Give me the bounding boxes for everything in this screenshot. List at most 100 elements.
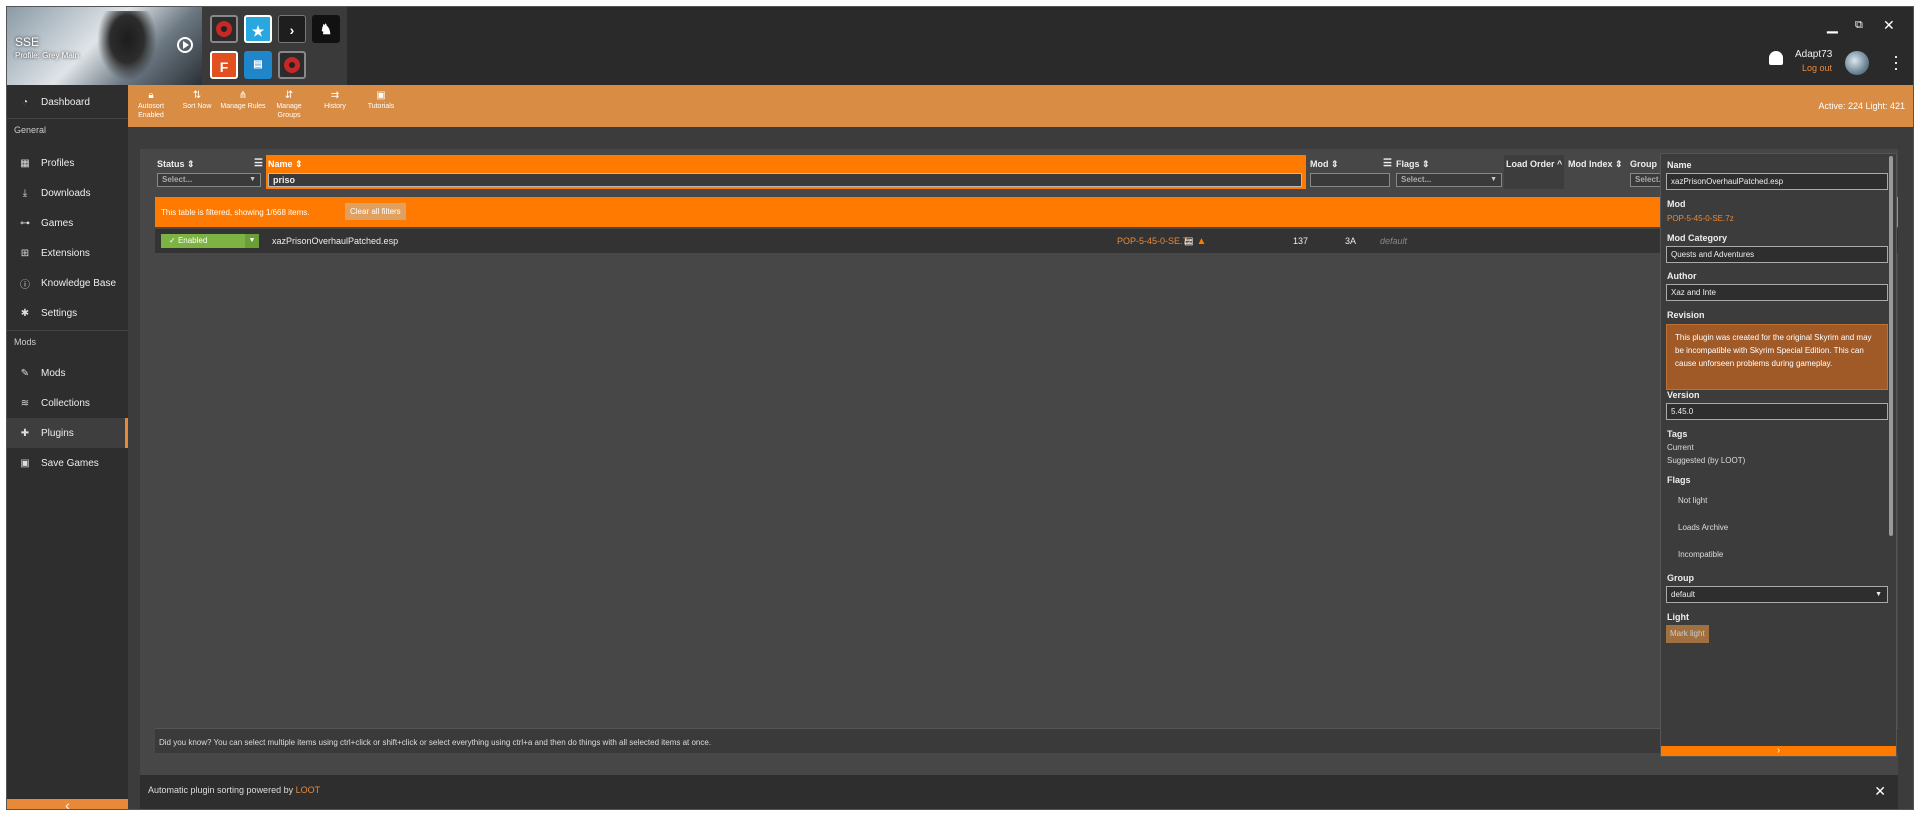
sidebar: ◔ Dashboard General ▦ Profiles ⤓ Downloa…	[7, 85, 128, 809]
status-filter-select[interactable]: Select... ▼	[157, 173, 261, 187]
record2-tool-icon[interactable]	[278, 51, 306, 79]
manage-groups-label: Manage Groups	[276, 103, 302, 119]
sidebar-collapse-button[interactable]: ‹	[7, 798, 128, 809]
sidebar-item-dashboard[interactable]: ◔ Dashboard	[7, 87, 128, 117]
file-tool-icon[interactable]: ▤	[244, 51, 272, 79]
flags-filter-select[interactable]: Select... ▼	[1396, 173, 1502, 187]
game-title: SSE	[15, 35, 40, 49]
column-mod[interactable]: Mod ⇕ ☰	[1308, 155, 1392, 189]
sort-now-label: Sort Now	[182, 103, 212, 110]
status-dropdown[interactable]: ✓ Enabled ▼	[161, 234, 259, 248]
filter-notice: This table is filtered, showing 1/668 it…	[155, 197, 1898, 227]
detail-mod-link[interactable]: POP-5-45-0-SE.7z	[1667, 214, 1734, 223]
sidebar-section-general: General	[14, 125, 47, 135]
loot-link[interactable]: LOOT	[296, 785, 321, 795]
list-filter-icon[interactable]: ☰	[1383, 158, 1392, 169]
tutorials-button[interactable]: ▣ Tutorials	[358, 91, 404, 111]
column-status[interactable]: Status ⇕ ☰ Select... ▼	[155, 155, 263, 189]
sidebar-item-save-games[interactable]: ▣ Save Games	[7, 448, 128, 478]
plugin-group: default	[1380, 236, 1408, 246]
toolbar: 🔒︎ Autosort Enabled ⇅ Sort Now ⋔ Manage …	[128, 85, 1913, 127]
detail-category-field[interactable]: Quests and Adventures	[1666, 246, 1888, 263]
chevron-tool-icon[interactable]: ›	[278, 15, 306, 43]
column-mod-index[interactable]: Mod Index ⇕	[1566, 155, 1626, 189]
logout-link[interactable]: Log out	[1802, 63, 1832, 73]
info-icon: ⓘ	[20, 279, 30, 291]
column-flags-label: Flags	[1396, 159, 1420, 169]
column-status-label: Status	[157, 159, 185, 169]
horse-tool-icon[interactable]: ♞	[312, 15, 340, 43]
sidebar-item-downloads[interactable]: ⤓ Downloads	[7, 178, 128, 208]
detail-version-field[interactable]: 5.45.0	[1666, 403, 1888, 420]
sidebar-item-knowledge-base[interactable]: ⓘ Knowledge Base	[7, 268, 128, 298]
sidebar-item-label: Plugins	[41, 427, 74, 439]
sidebar-item-label: Games	[41, 217, 74, 229]
history-button[interactable]: ⇉ History	[312, 91, 358, 111]
mod-filter-input[interactable]	[1310, 173, 1390, 187]
restore-icon[interactable]: ⧉	[1855, 19, 1863, 32]
manage-rules-label: Manage Rules	[220, 103, 266, 110]
archive-icon: ▤	[1184, 236, 1194, 247]
table-row[interactable]: ✓ Enabled ▼ xazPrisonOverhaulPatched.esp…	[155, 229, 1898, 253]
manage-groups-button[interactable]: ⇵ Manage Groups	[266, 91, 312, 120]
sidebar-item-collections[interactable]: ≋ Collections	[7, 388, 128, 418]
sidebar-item-games[interactable]: ⊶ Games	[7, 208, 128, 238]
detail-name-field[interactable]: xazPrisonOverhaulPatched.esp	[1666, 173, 1888, 190]
game-art	[97, 11, 157, 81]
tag-item: Current	[1667, 443, 1694, 452]
detail-category-label: Mod Category	[1667, 233, 1728, 243]
flag-item: Loads Archive	[1678, 523, 1729, 532]
sidebar-item-plugins[interactable]: ✚ Plugins	[7, 418, 128, 448]
detail-revision-label: Revision	[1667, 310, 1705, 320]
download-icon: ⤓	[22, 187, 28, 199]
detail-group-select[interactable]: default ▼	[1666, 586, 1888, 603]
detail-author-field[interactable]: Xaz and Inte	[1666, 284, 1888, 301]
record-tool-icon[interactable]	[210, 15, 238, 43]
sidebar-item-label: Profiles	[41, 157, 75, 169]
clear-filters-button[interactable]: Clear all filters	[345, 203, 406, 220]
plugin-name: xazPrisonOverhaulPatched.esp	[272, 236, 399, 246]
kebab-menu-icon[interactable]: · · ·	[1893, 47, 1899, 77]
column-load-order[interactable]: Load Order ^	[1504, 155, 1564, 189]
manage-rules-button[interactable]: ⋔ Manage Rules	[220, 91, 266, 111]
sidebar-item-extensions[interactable]: ⊞ Extensions	[7, 238, 128, 268]
wrench-icon: ✎	[20, 367, 30, 379]
detail-name-label: Name	[1667, 160, 1692, 170]
details-scrollbar[interactable]	[1889, 156, 1893, 536]
sort-now-button[interactable]: ⇅ Sort Now	[174, 91, 220, 111]
plugins-table: Status ⇕ ☰ Select... ▼ Name ⇕ priso Mod ⇕…	[140, 149, 1898, 775]
plugin-mod-link[interactable]: POP-5-45-0-SE.7z	[1117, 236, 1192, 246]
name-filter-input[interactable]: priso	[268, 173, 1302, 187]
sidebar-item-settings[interactable]: ✱ Settings	[7, 298, 128, 328]
expand-panel-button[interactable]: ›	[1661, 746, 1896, 756]
column-name-label: Name	[268, 159, 293, 169]
flag-icons: ▤ ▲	[1184, 235, 1206, 247]
bell-icon[interactable]	[1769, 51, 1783, 65]
play-icon[interactable]	[177, 37, 193, 53]
avatar[interactable]	[1845, 51, 1869, 75]
status-filter-placeholder: Select...	[162, 175, 193, 184]
tag-item: Suggested (by LOOT)	[1667, 456, 1746, 465]
divider	[7, 330, 128, 331]
mark-light-button[interactable]: Mark light	[1666, 625, 1709, 643]
plugin-icon: ✚	[20, 427, 30, 439]
list-filter-icon[interactable]: ☰	[254, 158, 263, 169]
sidebar-item-mods[interactable]: ✎ Mods	[7, 358, 128, 388]
f-tool-icon[interactable]: F	[210, 51, 238, 79]
minimize-icon[interactable]: ▁	[1827, 17, 1838, 34]
loot-credit-text: Automatic plugin sorting powered by	[148, 785, 296, 795]
autosort-button[interactable]: 🔒︎ Autosort Enabled	[128, 91, 174, 120]
extensions-icon: ⊞	[20, 247, 30, 259]
plugin-load-order: 137	[1293, 236, 1309, 246]
flag-item: Not light	[1678, 496, 1708, 505]
close-icon[interactable]: ✕	[1874, 783, 1886, 800]
game-thumbnail[interactable]: SSE Profile: Grey Main	[7, 7, 202, 85]
detail-mod-label: Mod	[1667, 199, 1686, 209]
layers-icon: ≋	[20, 397, 30, 409]
close-window-icon[interactable]: ✕	[1883, 17, 1895, 34]
column-flags[interactable]: Flags ⇕ Select... ▼	[1394, 155, 1502, 189]
sidebar-item-profiles[interactable]: ▦ Profiles	[7, 148, 128, 178]
column-name[interactable]: Name ⇕ priso	[266, 155, 1306, 189]
sidebar-item-label: Extensions	[41, 247, 90, 259]
star-tool-icon[interactable]: ★	[244, 15, 272, 43]
